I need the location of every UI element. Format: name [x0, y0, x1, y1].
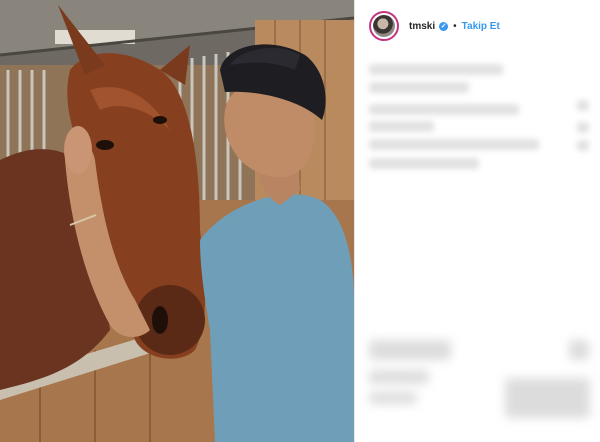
- blurred-timestamp: [369, 392, 417, 404]
- blurred-comment: [369, 139, 539, 150]
- blurred-action-icon: [569, 340, 589, 360]
- blurred-caption: [369, 64, 503, 75]
- follow-button[interactable]: Takip Et: [462, 21, 500, 32]
- blurred-caption: [369, 82, 469, 93]
- avatar[interactable]: [369, 11, 399, 41]
- avatar-image: [373, 15, 395, 37]
- separator-dot: •: [453, 20, 457, 32]
- horse-and-man-photo: [0, 0, 354, 442]
- post-photo[interactable]: [0, 0, 354, 442]
- blurred-comment: [369, 104, 519, 115]
- check-icon: ✓: [439, 21, 449, 31]
- post-header: tmski ✓ • Takip Et: [369, 8, 589, 44]
- post-side-panel: tmski ✓ • Takip Et: [354, 0, 600, 442]
- blurred-action-bar: [369, 340, 451, 360]
- username[interactable]: tmski: [409, 21, 435, 32]
- blurred-comment: [369, 158, 479, 169]
- blurred-comment-input: [505, 378, 590, 418]
- blurred-like-icon: [577, 140, 589, 151]
- blurred-comment: [369, 121, 434, 132]
- blurred-likes: [369, 370, 429, 384]
- blurred-like-icon: [577, 122, 589, 133]
- blurred-like-icon: [577, 100, 589, 111]
